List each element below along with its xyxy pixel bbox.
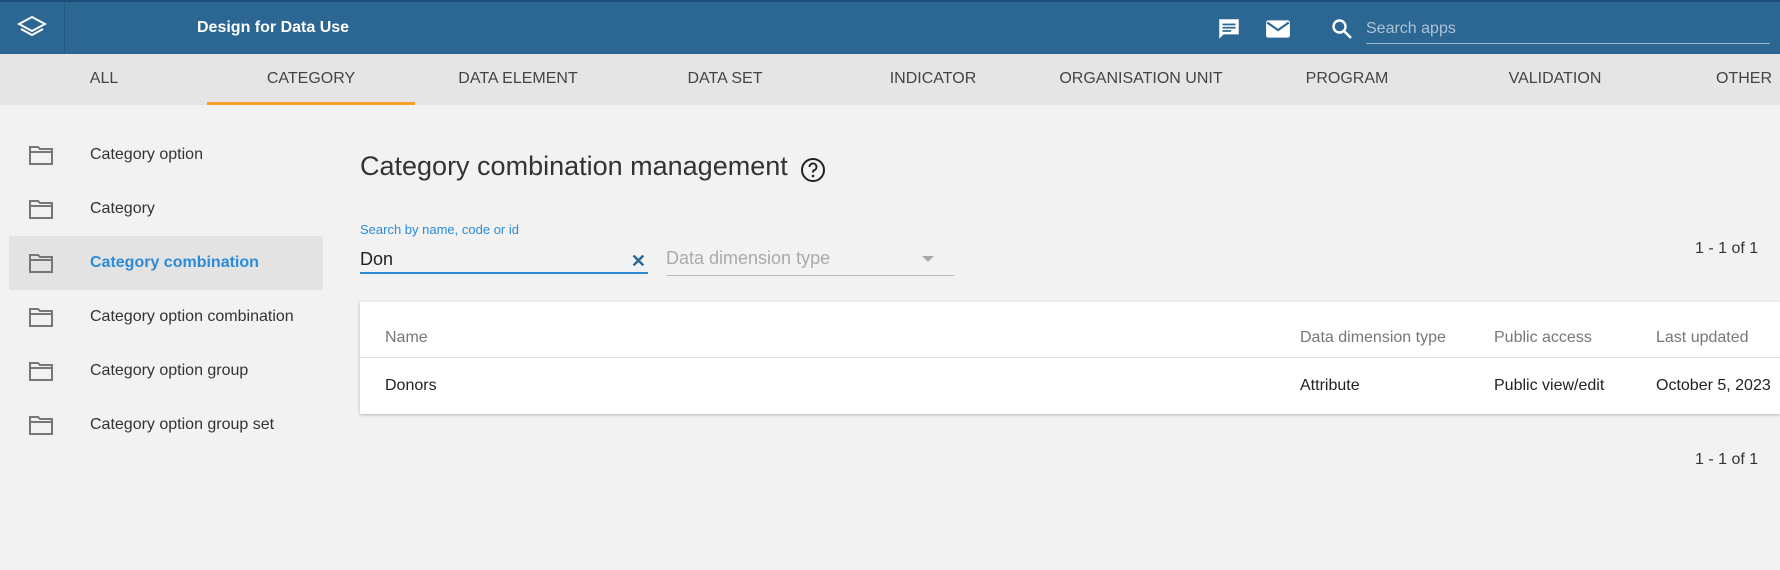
folder-icon bbox=[29, 146, 53, 165]
dropdown-arrow-icon bbox=[922, 256, 934, 262]
sidebar-item-label: Category option bbox=[90, 146, 203, 163]
section-tabs: ALL CATEGORY DATA ELEMENT DATA SET INDIC… bbox=[0, 54, 1780, 105]
tab-other[interactable]: OTHER bbox=[1716, 54, 1780, 105]
search-field-label: Search by name, code or id bbox=[360, 222, 519, 237]
table-row[interactable]: Donors Attribute Public view/edit Octobe… bbox=[360, 357, 1780, 413]
sidebar-item-label: Category bbox=[90, 200, 155, 217]
tab-validation[interactable]: VALIDATION bbox=[1490, 54, 1620, 105]
tab-category[interactable]: CATEGORY bbox=[207, 54, 415, 105]
pager-bottom: 1 - 1 of 1 bbox=[1695, 451, 1759, 468]
tab-all[interactable]: ALL bbox=[56, 54, 152, 105]
folder-icon bbox=[29, 416, 53, 435]
column-header-public-access[interactable]: Public access bbox=[1494, 329, 1592, 347]
tab-data-set[interactable]: DATA SET bbox=[665, 54, 785, 105]
messages-button[interactable] bbox=[1216, 16, 1242, 42]
pager-top: 1 - 1 of 1 bbox=[1695, 240, 1759, 257]
sidebar-item-label: Category option combination bbox=[90, 308, 294, 325]
sidebar-item-category-option[interactable]: Category option bbox=[9, 128, 323, 182]
sidebar-item-category-option-group-set[interactable]: Category option group set bbox=[9, 398, 323, 452]
tab-data-element[interactable]: DATA ELEMENT bbox=[442, 54, 594, 105]
search-icon bbox=[1332, 19, 1352, 39]
tab-organisation-unit[interactable]: ORGANISATION UNIT bbox=[1050, 54, 1232, 105]
folder-icon bbox=[29, 308, 53, 327]
cell-last-updated: October 5, 2023 bbox=[1656, 377, 1771, 394]
sidebar-item-label: Category option group set bbox=[90, 416, 275, 433]
tab-indicator[interactable]: INDICATOR bbox=[870, 54, 996, 105]
message-icon bbox=[1219, 19, 1239, 39]
logo-icon bbox=[17, 15, 47, 37]
cell-public-access: Public view/edit bbox=[1494, 377, 1605, 394]
cell-data-dimension-type: Attribute bbox=[1300, 377, 1360, 394]
clear-search-button[interactable]: ✕ bbox=[631, 251, 646, 272]
sidebar-item-label: Category option group bbox=[90, 362, 249, 379]
app-title: Design for Data Use bbox=[197, 19, 350, 36]
sidebar-item-category[interactable]: Category bbox=[9, 182, 323, 236]
data-dimension-type-select[interactable]: Data dimension type bbox=[666, 244, 954, 276]
folder-icon bbox=[29, 254, 53, 273]
folder-icon bbox=[29, 362, 53, 381]
column-header-data-dimension-type[interactable]: Data dimension type bbox=[1300, 329, 1446, 347]
folder-icon bbox=[29, 200, 53, 219]
name-search-input[interactable] bbox=[360, 246, 648, 274]
column-header-last-updated[interactable]: Last updated bbox=[1656, 329, 1749, 347]
column-header-name[interactable]: Name bbox=[385, 329, 428, 347]
cell-name: Donors bbox=[385, 377, 437, 394]
select-placeholder: Data dimension type bbox=[666, 248, 831, 268]
sidebar-item-category-option-combination[interactable]: Category option combination bbox=[9, 290, 323, 344]
name-search-field: Search by name, code or id ✕ bbox=[360, 222, 648, 274]
app-logo[interactable] bbox=[0, 2, 65, 54]
sidebar-item-category-combination[interactable]: Category combination bbox=[9, 236, 323, 290]
mail-button[interactable] bbox=[1265, 16, 1291, 42]
sidebar-item-label: Category combination bbox=[90, 254, 259, 271]
app-search bbox=[1330, 14, 1770, 44]
help-icon[interactable] bbox=[800, 157, 826, 183]
sidebar-item-category-option-group[interactable]: Category option group bbox=[9, 344, 323, 398]
app-header: Design for Data Use bbox=[0, 0, 1780, 54]
results-table: Name Data dimension type Public access L… bbox=[360, 302, 1780, 414]
search-apps-input[interactable] bbox=[1366, 14, 1770, 44]
tab-program[interactable]: PROGRAM bbox=[1290, 54, 1404, 105]
page-title: Category combination management bbox=[360, 151, 788, 181]
mail-icon bbox=[1266, 20, 1290, 38]
